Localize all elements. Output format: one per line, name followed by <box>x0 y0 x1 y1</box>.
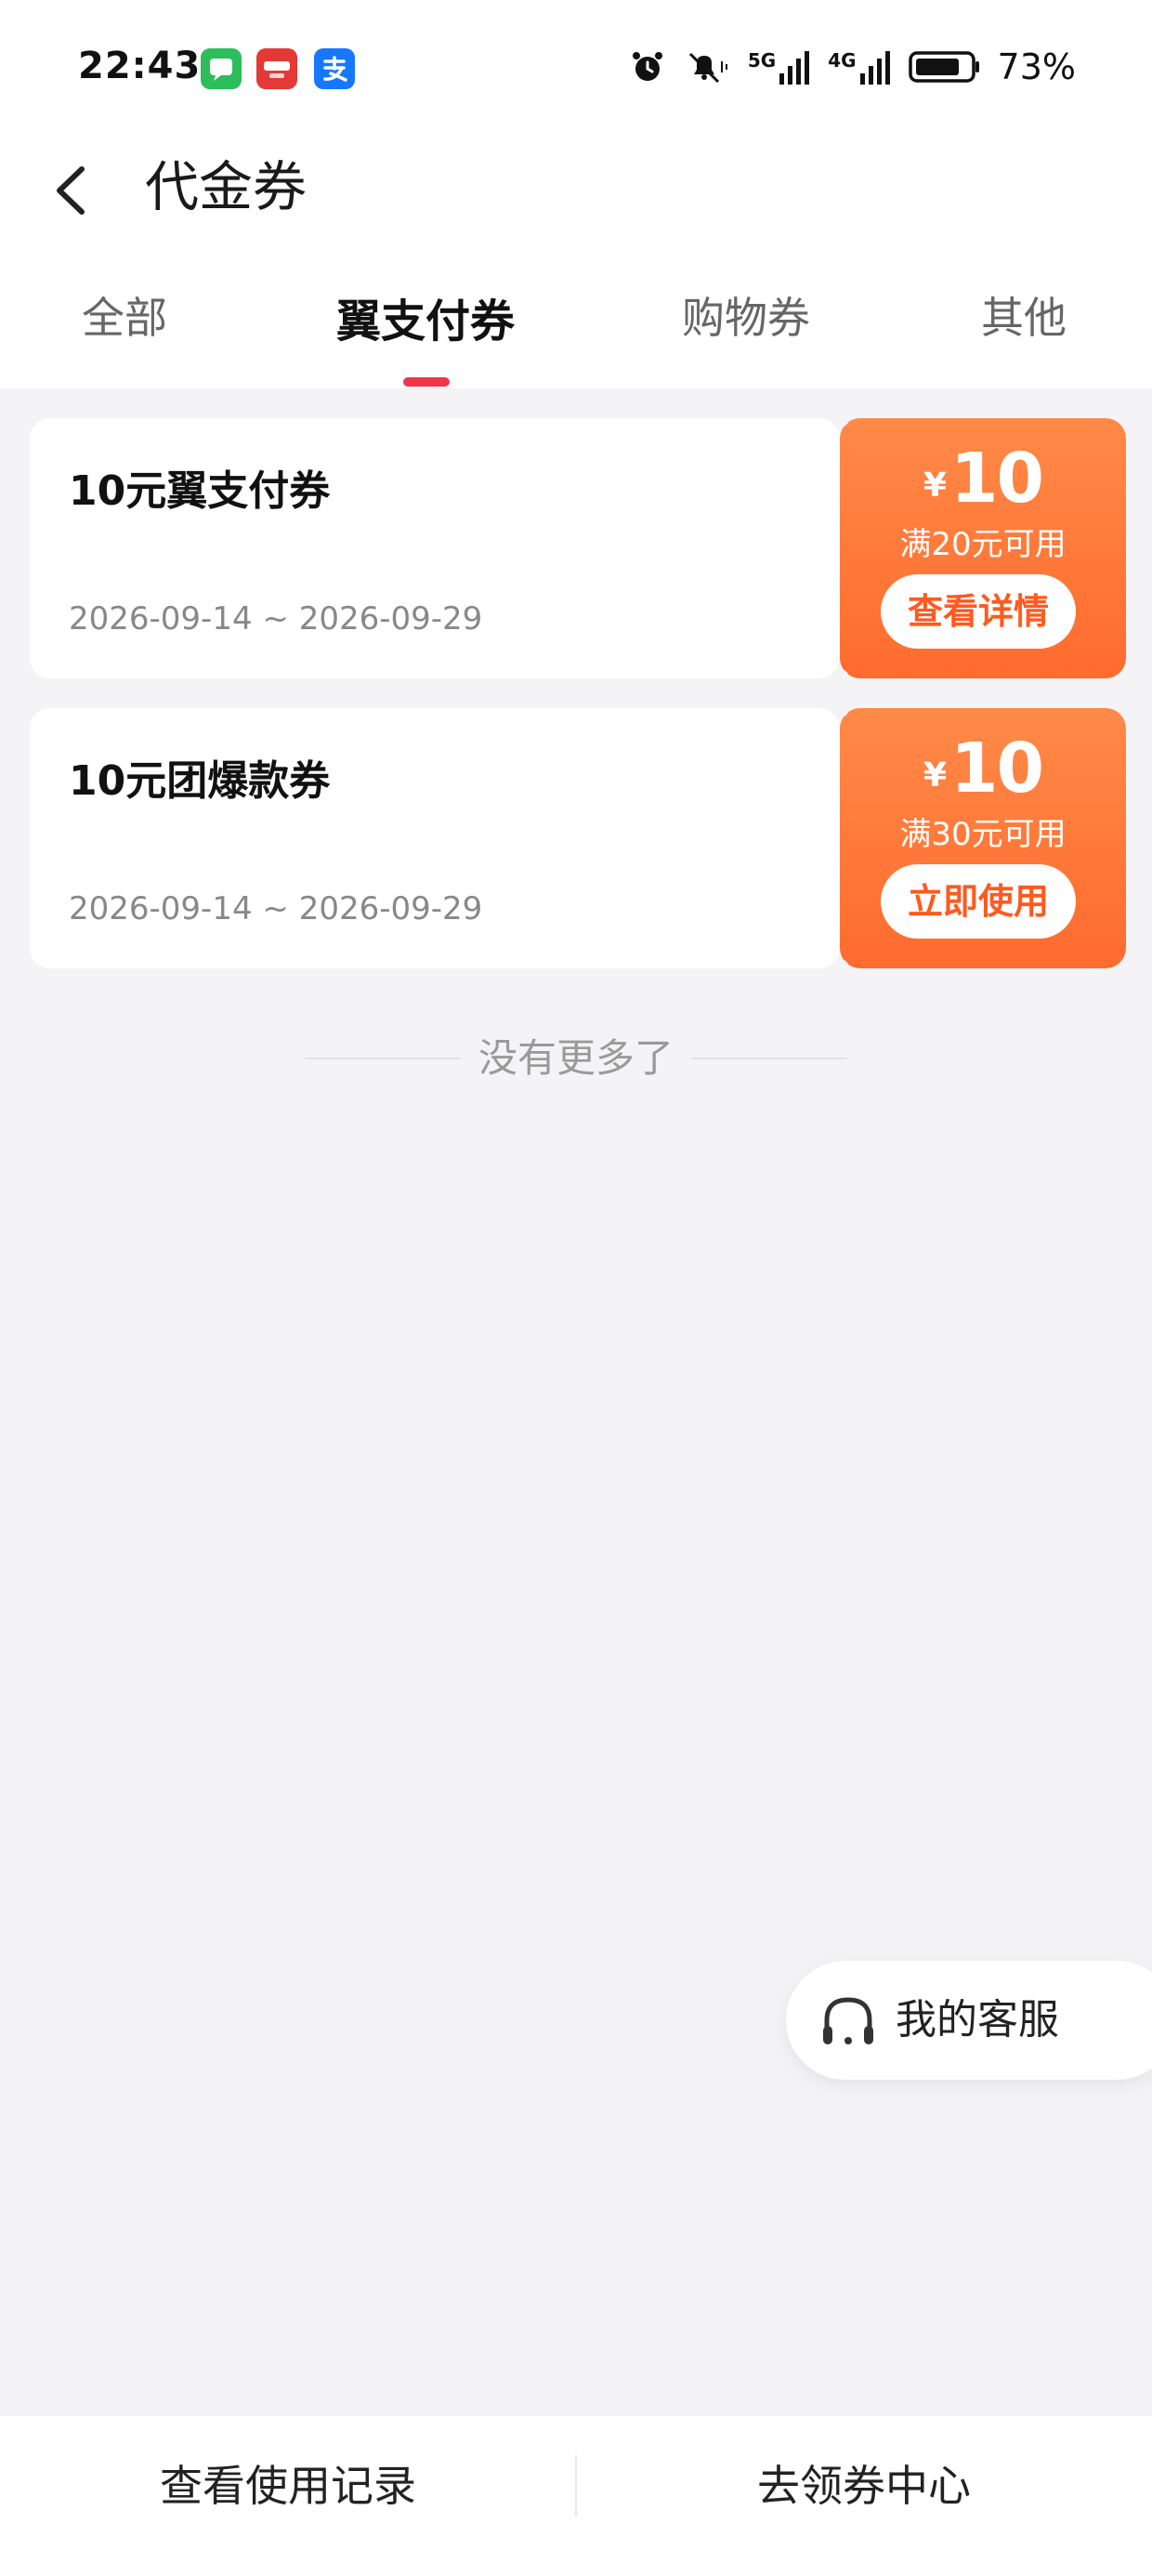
currency-symbol: ¥ <box>923 756 948 795</box>
coupon-notch <box>831 699 849 717</box>
status-time: 22:43 <box>78 45 202 87</box>
view-details-button[interactable]: 查看详情 <box>881 574 1076 649</box>
coupon-card[interactable]: 10元团爆款券 2026-09-14 ~ 2026-09-29 ¥10 满30元… <box>30 699 1126 978</box>
customer-service-button[interactable]: 我的客服 <box>786 1961 1152 2080</box>
coupon-center-button[interactable]: 去领券中心 <box>576 2453 1152 2518</box>
coupon-amount-value: 10 <box>950 439 1044 519</box>
coupon-name: 10元团爆款券 <box>69 757 331 805</box>
coupon-value-panel: ¥10 满30元可用 立即使用 <box>840 708 1126 968</box>
divider-line <box>691 1058 847 1059</box>
coupon-amount: ¥10 <box>840 439 1126 519</box>
back-button[interactable] <box>41 149 106 232</box>
customer-service-label: 我的客服 <box>896 1996 1059 2044</box>
active-tab-indicator <box>403 377 450 387</box>
coupon-condition: 满20元可用 <box>899 526 1067 563</box>
battery-icon <box>908 51 979 83</box>
tab-all[interactable]: 全部 <box>82 284 167 346</box>
signal-5g: 5G <box>748 49 811 85</box>
coupon-info: 10元团爆款券 2026-09-14 ~ 2026-09-29 <box>30 708 840 968</box>
coupon-name: 10元翼支付券 <box>69 467 331 515</box>
list-end-text: 没有更多了 <box>478 1035 674 1081</box>
alarm-icon <box>632 52 662 81</box>
bottom-action-bar: 查看使用记录 去领券中心 <box>0 2416 1152 2576</box>
use-now-button[interactable]: 立即使用 <box>881 864 1076 939</box>
tab-yizhifu[interactable]: 翼支付券 <box>336 284 515 349</box>
tab-other[interactable]: 其他 <box>981 284 1067 346</box>
coupon-condition: 满30元可用 <box>899 816 1067 853</box>
coupon-value-panel: ¥10 满20元可用 查看详情 <box>840 418 1126 678</box>
coupon-date: 2026-09-14 ~ 2026-09-29 <box>69 890 483 927</box>
coupon-notch <box>831 959 849 978</box>
page-title: 代金券 <box>145 155 308 218</box>
status-bar: 22:43 5G 4G 73% <box>0 0 1152 139</box>
messages-app-icon <box>201 48 242 89</box>
headset-icon <box>823 1997 873 2044</box>
coupon-card[interactable]: 10元翼支付券 2026-09-14 ~ 2026-09-29 ¥10 满20元… <box>30 409 1126 688</box>
battery-percentage: 73% <box>997 46 1076 87</box>
chevron-left-icon <box>57 166 85 215</box>
currency-symbol: ¥ <box>923 467 948 505</box>
network-5g-label: 5G <box>747 49 777 72</box>
coupon-date: 2026-09-14 ~ 2026-09-29 <box>69 600 483 637</box>
tab-shopping[interactable]: 购物券 <box>682 284 810 346</box>
coupon-info: 10元翼支付券 2026-09-14 ~ 2026-09-29 <box>30 418 840 678</box>
signal-bars-icon <box>859 51 890 85</box>
list-end-indicator: 没有更多了 <box>0 1032 1152 1085</box>
alipay-app-icon <box>314 48 355 89</box>
tab-bar: 全部 翼支付券 购物券 其他 <box>0 251 1152 388</box>
network-4g-label: 4G <box>828 49 857 72</box>
coupon-amount-value: 10 <box>950 729 1044 808</box>
coupon-amount: ¥10 <box>840 729 1126 808</box>
coupon-notch <box>831 409 849 427</box>
page-header: 代金券 <box>0 139 1152 251</box>
signal-bars-icon <box>779 51 810 85</box>
divider-line <box>305 1058 461 1059</box>
usage-history-button[interactable]: 查看使用记录 <box>0 2453 576 2518</box>
mute-bell-icon <box>688 52 727 84</box>
status-icons: 5G 4G 73% <box>629 46 1076 87</box>
signal-4g: 4G <box>828 49 891 85</box>
coupon-notch <box>831 669 849 688</box>
yunshanfu-app-icon <box>256 48 297 89</box>
